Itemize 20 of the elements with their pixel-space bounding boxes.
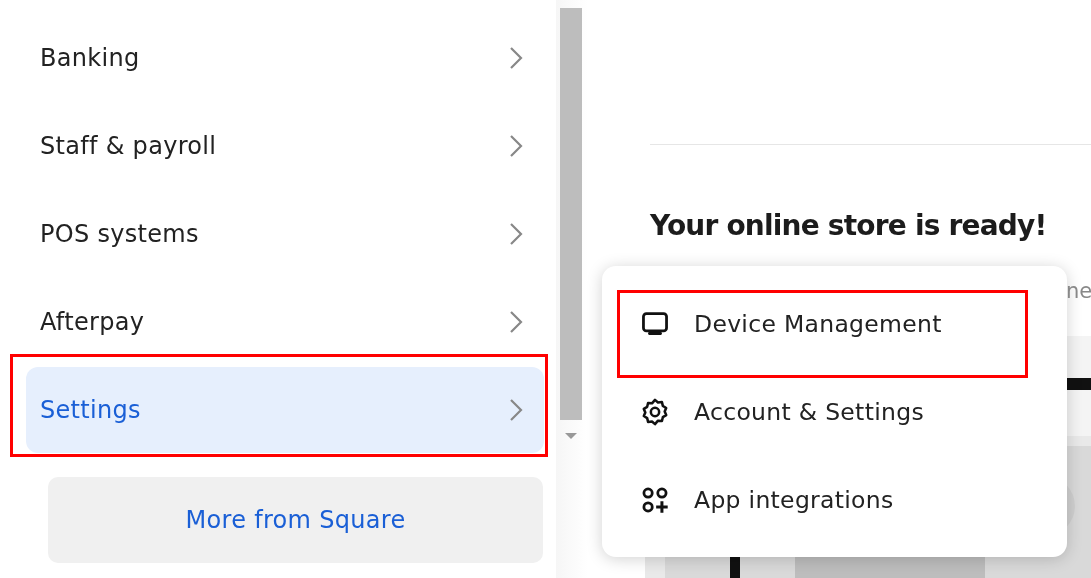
menu-item[interactable]: Device Management xyxy=(602,280,1067,368)
chevron-right-icon xyxy=(508,309,524,335)
scroll-down-icon[interactable] xyxy=(564,432,578,440)
scrollbar-thumb[interactable] xyxy=(560,8,582,420)
sidebar-item[interactable]: Staff & payroll xyxy=(26,103,544,189)
sidebar-item[interactable]: Settings xyxy=(26,367,544,453)
chevron-right-icon xyxy=(508,133,524,159)
store-ready-heading: Your online store is ready! xyxy=(650,209,1048,242)
chevron-right-icon xyxy=(508,45,524,71)
sidebar-item[interactable]: Afterpay xyxy=(26,279,544,365)
more-from-square-button[interactable]: More from Square xyxy=(48,477,543,563)
settings-icon xyxy=(640,397,670,427)
chevron-right-icon xyxy=(508,221,524,247)
apps-icon xyxy=(640,485,670,515)
store-subtitle: ne xyxy=(1066,279,1091,303)
menu-item[interactable]: App integrations xyxy=(602,456,1067,544)
menu-item[interactable]: Account & Settings xyxy=(602,368,1067,456)
sidebar-item[interactable]: Banking xyxy=(26,15,544,101)
sidebar-item[interactable]: POS systems xyxy=(26,191,544,277)
chevron-right-icon xyxy=(508,397,524,423)
